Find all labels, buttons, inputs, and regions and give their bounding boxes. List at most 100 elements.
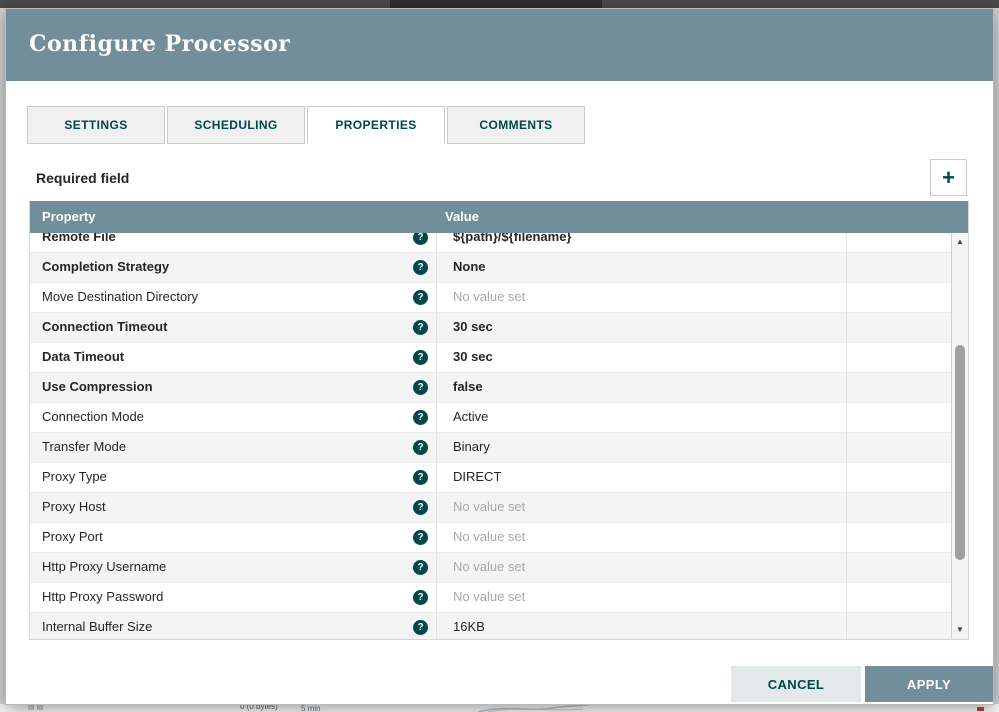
- table-row: Proxy Type ? DIRECT: [30, 463, 952, 493]
- property-value: false: [453, 379, 483, 394]
- dialog-title: Configure Processor: [29, 31, 291, 57]
- help-icon[interactable]: ?: [413, 350, 428, 365]
- tab-properties[interactable]: PROPERTIES: [307, 106, 445, 144]
- property-value-cell[interactable]: false: [437, 373, 847, 402]
- row-actions-cell: [847, 583, 952, 612]
- property-value-cell[interactable]: No value set: [437, 523, 847, 552]
- table-row: Data Timeout ? 30 sec: [30, 343, 952, 373]
- property-value-cell[interactable]: No value set: [437, 583, 847, 612]
- table-row: Connection Mode ? Active: [30, 403, 952, 433]
- property-value: No value set: [453, 589, 526, 604]
- property-value-cell[interactable]: None: [437, 253, 847, 282]
- scrollbar-thumb[interactable]: [955, 345, 965, 560]
- property-name: Http Proxy Username: [42, 559, 167, 574]
- property-name: Proxy Port: [42, 529, 103, 544]
- table-row: Transfer Mode ? Binary: [30, 433, 952, 463]
- help-icon[interactable]: ?: [413, 380, 428, 395]
- property-value: None: [453, 259, 486, 274]
- canvas-status-dot: [977, 707, 984, 711]
- help-icon[interactable]: ?: [413, 233, 428, 245]
- help-icon[interactable]: ?: [413, 410, 428, 425]
- background-top-bar-segment: [390, 0, 602, 8]
- property-value-cell[interactable]: No value set: [437, 553, 847, 582]
- row-actions-cell: [847, 433, 952, 462]
- canvas-component-icons: ▤▤: [28, 704, 46, 711]
- property-value: ${path}/${filename}: [453, 233, 572, 244]
- property-value-cell[interactable]: ${path}/${filename}: [437, 233, 847, 252]
- property-cell: Move Destination Directory ?: [30, 283, 437, 312]
- table-row: Http Proxy Username ? No value set: [30, 553, 952, 583]
- tab-bar: SETTINGS SCHEDULING PROPERTIES COMMENTS: [27, 106, 587, 144]
- property-value: Binary: [453, 439, 490, 454]
- cancel-button[interactable]: CANCEL: [731, 666, 861, 702]
- property-name: Move Destination Directory: [42, 289, 199, 304]
- tab-settings[interactable]: SETTINGS: [27, 106, 165, 144]
- canvas-queued-text: 0 (0 bytes): [240, 704, 278, 711]
- property-value: Active: [453, 409, 489, 424]
- property-value-cell[interactable]: 16KB: [437, 613, 847, 639]
- property-cell: Proxy Port ?: [30, 523, 437, 552]
- background-top-bar: [0, 0, 999, 8]
- property-cell: Use Compression ?: [30, 373, 437, 402]
- help-icon[interactable]: ?: [413, 470, 428, 485]
- row-actions-cell: [847, 523, 952, 552]
- property-name: Connection Timeout: [42, 319, 168, 334]
- property-cell: Proxy Host ?: [30, 493, 437, 522]
- help-icon[interactable]: ?: [413, 260, 428, 275]
- property-value: No value set: [453, 289, 526, 304]
- help-icon[interactable]: ?: [413, 320, 428, 335]
- property-value: 16KB: [453, 619, 485, 634]
- table-body-viewport: Remote File ? ${path}/${filename} Comple…: [30, 233, 968, 639]
- property-value-cell[interactable]: Active: [437, 403, 847, 432]
- apply-button[interactable]: APPLY: [865, 666, 993, 702]
- property-value-cell[interactable]: DIRECT: [437, 463, 847, 492]
- properties-table: Property Value Remote File ? ${path}/${f…: [29, 201, 969, 640]
- plus-icon: +: [942, 165, 955, 190]
- row-actions-cell: [847, 373, 952, 402]
- help-icon[interactable]: ?: [413, 500, 428, 515]
- help-icon[interactable]: ?: [413, 440, 428, 455]
- property-value: DIRECT: [453, 469, 502, 484]
- property-value-cell[interactable]: No value set: [437, 493, 847, 522]
- property-value-cell[interactable]: 30 sec: [437, 313, 847, 342]
- help-icon[interactable]: ?: [413, 620, 428, 635]
- property-value-cell[interactable]: No value set: [437, 283, 847, 312]
- add-property-button[interactable]: +: [930, 159, 967, 196]
- property-cell: Connection Mode ?: [30, 403, 437, 432]
- property-cell: Proxy Type ?: [30, 463, 437, 492]
- table-row: Proxy Host ? No value set: [30, 493, 952, 523]
- property-name: Data Timeout: [42, 349, 125, 364]
- row-actions-cell: [847, 283, 952, 312]
- row-actions-cell: [847, 313, 952, 342]
- property-value: No value set: [453, 499, 526, 514]
- row-actions-cell: [847, 613, 952, 639]
- scroll-down-icon[interactable]: ▼: [952, 622, 968, 638]
- row-actions-cell: [847, 253, 952, 282]
- row-actions-cell: [847, 493, 952, 522]
- property-name: Internal Buffer Size: [42, 619, 153, 634]
- property-name: Use Compression: [42, 379, 153, 394]
- tab-scheduling[interactable]: SCHEDULING: [167, 106, 305, 144]
- help-icon[interactable]: ?: [413, 530, 428, 545]
- table-row: Http Proxy Password ? No value set: [30, 583, 952, 613]
- table-header-row: Property Value: [30, 201, 968, 233]
- property-name: Connection Mode: [42, 409, 144, 424]
- property-name: Transfer Mode: [42, 439, 127, 454]
- row-actions-cell: [847, 463, 952, 492]
- property-name: Proxy Host: [42, 499, 106, 514]
- scroll-up-icon[interactable]: ▲: [952, 234, 968, 250]
- table-scrollbar[interactable]: ▲ ▼: [951, 233, 968, 639]
- property-value: 30 sec: [453, 319, 493, 334]
- table-row: Remote File ? ${path}/${filename}: [30, 233, 952, 253]
- help-icon[interactable]: ?: [413, 290, 428, 305]
- row-actions-cell: [847, 553, 952, 582]
- property-value-cell[interactable]: 30 sec: [437, 343, 847, 372]
- help-icon[interactable]: ?: [413, 590, 428, 605]
- canvas-schedule-text: 5 min: [301, 704, 321, 712]
- tab-comments[interactable]: COMMENTS: [447, 106, 585, 144]
- property-name: Http Proxy Password: [42, 589, 164, 604]
- property-name: Remote File: [42, 233, 116, 244]
- property-cell: Internal Buffer Size ?: [30, 613, 437, 639]
- help-icon[interactable]: ?: [413, 560, 428, 575]
- property-value-cell[interactable]: Binary: [437, 433, 847, 462]
